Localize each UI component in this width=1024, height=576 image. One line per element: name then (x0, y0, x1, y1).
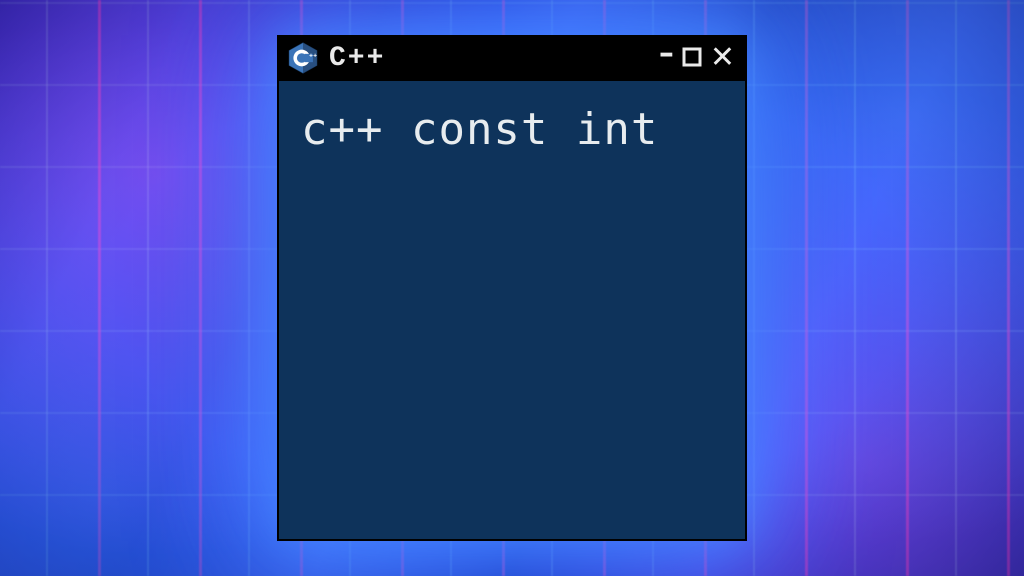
close-button[interactable]: ✕ (710, 43, 735, 73)
editor-content[interactable]: c++ const int (279, 81, 745, 539)
window-glow-wrap: + + C++ – ✕ c++ const int (277, 35, 747, 541)
svg-text:+: + (313, 53, 317, 60)
window-title: C++ (329, 43, 649, 74)
cpp-logo-icon: + + (287, 42, 319, 74)
app-window: + + C++ – ✕ c++ const int (277, 35, 747, 541)
maximize-button[interactable] (682, 47, 702, 67)
titlebar[interactable]: + + C++ – ✕ (279, 35, 745, 81)
minimize-button[interactable]: – (659, 39, 674, 69)
svg-text:+: + (309, 53, 313, 60)
window-controls: – ✕ (659, 43, 735, 73)
